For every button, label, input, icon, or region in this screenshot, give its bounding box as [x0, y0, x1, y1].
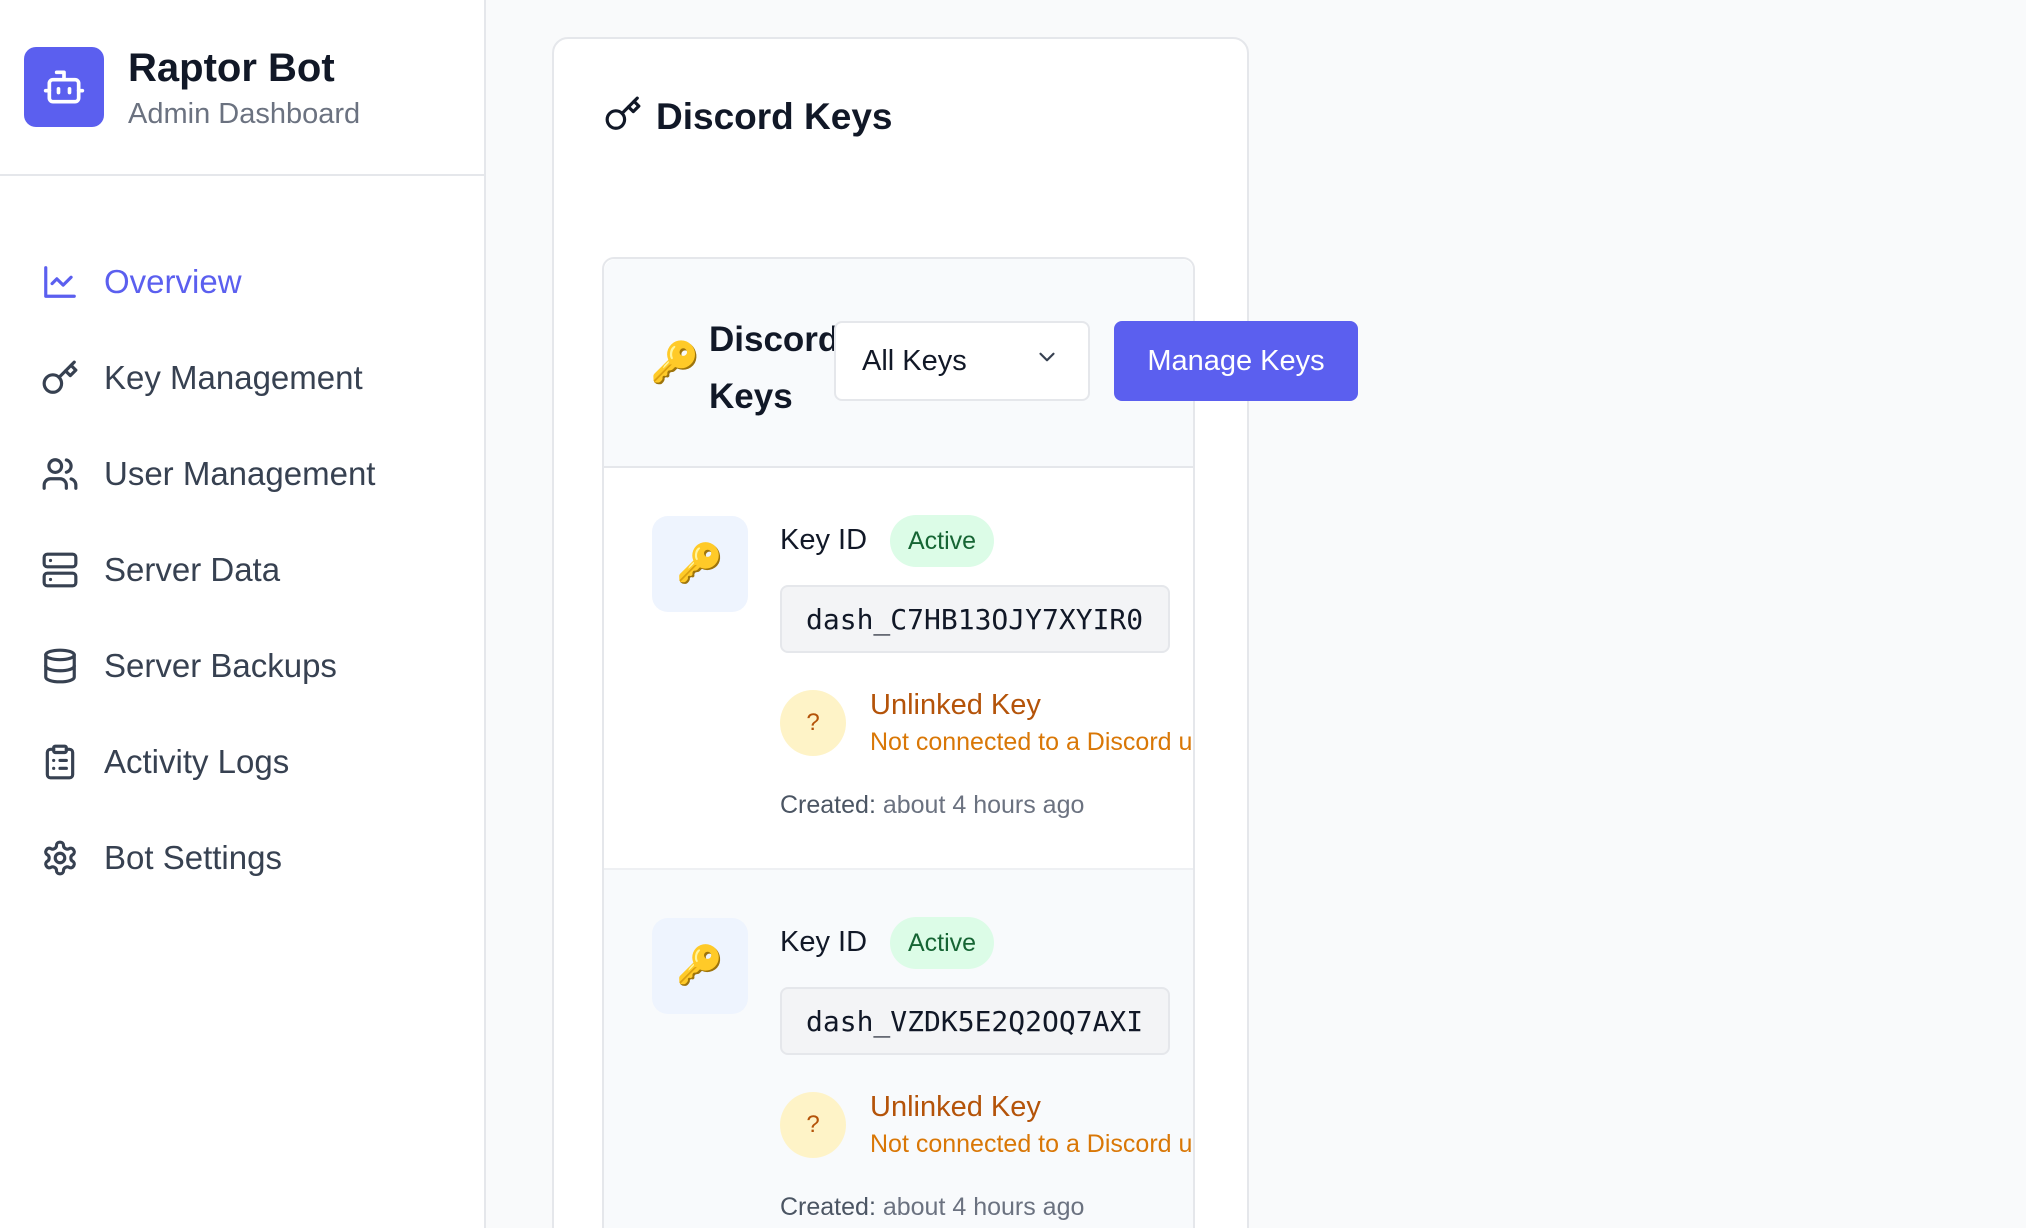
key-code[interactable]: dash_C7HB13OJY7XYIR0 [780, 585, 1170, 653]
chevron-down-icon [1034, 344, 1060, 378]
keys-card-header: 🔑 Discord Keys All Keys Manage Keys [604, 259, 1358, 468]
question-icon: ? [780, 1092, 846, 1158]
gear-icon [40, 838, 80, 878]
sidebar-item-overview[interactable]: Overview [0, 234, 484, 330]
list-item: 🔑 Key ID Active dash_C7HB13OJY7XYIR0 ? U… [604, 468, 1193, 870]
sidebar: Raptor Bot Admin Dashboard Overview Key … [0, 0, 486, 1228]
sidebar-nav: Overview Key Management User Management … [0, 176, 484, 906]
created-label: Created: [780, 1193, 876, 1221]
key-emoji-icon: 🔑 [652, 918, 748, 1014]
sidebar-item-bot-settings[interactable]: Bot Settings [0, 810, 484, 906]
created-timestamp: Created: about 4 hours ago [780, 1193, 1084, 1222]
app-title: Raptor Bot [128, 45, 335, 90]
list-item: 🔑 Key ID Active dash_VZDK5E2Q2OQ7AXI ? U… [604, 870, 1193, 1228]
created-label: Created: [780, 791, 876, 819]
key-icon [40, 358, 80, 398]
sidebar-item-label: Bot Settings [104, 839, 282, 876]
key-emoji-icon: 🔑 [650, 341, 700, 385]
keys-card-title: Discord Keys [709, 320, 840, 416]
sidebar-item-label: Key Management [104, 359, 363, 396]
status-badge: Active [890, 515, 995, 567]
key-emoji-icon: 🔑 [652, 516, 748, 612]
app-subtitle: Admin Dashboard [128, 97, 361, 130]
sidebar-item-label: Activity Logs [104, 743, 290, 780]
key-id-label: Key ID [780, 926, 868, 958]
key-filter-select[interactable]: All Keys [834, 321, 1090, 401]
sidebar-item-label: Server Data [104, 551, 281, 588]
created-timestamp: Created: about 4 hours ago [780, 791, 1084, 820]
discord-keys-panel: Discord Keys 🔑 Discord Keys All Keys Man… [552, 37, 1358, 1228]
key-code[interactable]: dash_VZDK5E2Q2OQ7AXI [780, 987, 1170, 1055]
sidebar-item-label: Overview [104, 263, 242, 300]
sidebar-item-user-management[interactable]: User Management [0, 426, 484, 522]
clipboard-icon [40, 742, 80, 782]
link-status-title: Unlinked Key [870, 689, 1041, 721]
database-icon [40, 646, 80, 686]
sidebar-item-activity-logs[interactable]: Activity Logs [0, 714, 484, 810]
panel-header: Discord Keys [604, 95, 893, 138]
key-icon [604, 95, 642, 138]
key-filter-value: All Keys [862, 344, 967, 377]
robot-icon [24, 47, 104, 127]
server-icon [40, 550, 80, 590]
sidebar-item-label: User Management [104, 455, 376, 492]
link-status-detail: Not connected to a Discord u [870, 728, 1193, 756]
manage-keys-button[interactable]: Manage Keys [1114, 321, 1358, 401]
page-title: Discord Keys [656, 95, 893, 137]
sidebar-item-key-management[interactable]: Key Management [0, 330, 484, 426]
sidebar-item-server-data[interactable]: Server Data [0, 522, 484, 618]
keys-card: 🔑 Discord Keys All Keys Manage Keys 🔑 Ke… [602, 257, 1358, 1228]
link-status-detail: Not connected to a Discord u [870, 1130, 1193, 1158]
created-value: about 4 hours ago [882, 1193, 1085, 1221]
keys-list: 🔑 Key ID Active dash_C7HB13OJY7XYIR0 ? U… [604, 468, 1193, 1228]
brand-header: Raptor Bot Admin Dashboard [0, 0, 484, 176]
chart-line-icon [40, 262, 80, 302]
users-icon [40, 454, 80, 494]
link-status-title: Unlinked Key [870, 1091, 1041, 1123]
created-value: about 4 hours ago [882, 791, 1085, 819]
sidebar-item-label: Server Backups [104, 647, 337, 684]
sidebar-item-server-backups[interactable]: Server Backups [0, 618, 484, 714]
question-icon: ? [780, 690, 846, 756]
key-id-label: Key ID [780, 524, 868, 556]
status-badge: Active [890, 917, 995, 969]
